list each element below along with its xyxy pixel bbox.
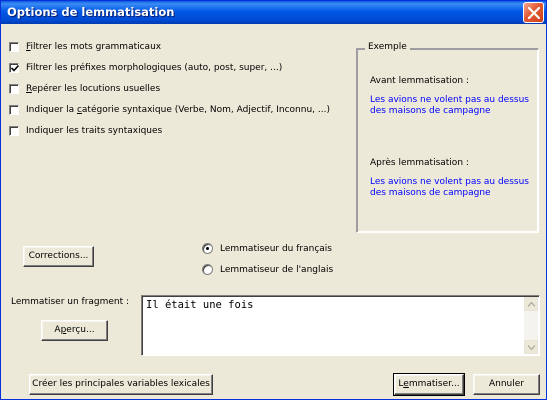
option-locutions[interactable]: Repérer les locutions usuelles bbox=[9, 84, 160, 98]
example-legend: Exemple bbox=[365, 42, 410, 52]
option-label: iltrer les mots grammaticaux bbox=[30, 42, 162, 52]
checkbox-syntactic-traits[interactable] bbox=[9, 126, 19, 136]
checkbox-filter-prefixes[interactable] bbox=[9, 63, 19, 73]
scroll-down-button[interactable] bbox=[524, 340, 538, 354]
fragment-text: Il était une fois bbox=[146, 299, 254, 311]
scroll-up-button[interactable] bbox=[524, 297, 538, 311]
fragment-textarea[interactable]: Il était une fois bbox=[141, 295, 540, 356]
option-label: atégorie syntaxique (Verbe, Nom, Adjecti… bbox=[81, 105, 330, 115]
dialog-content: Filtrer les mots grammaticaux Filtrer le… bbox=[1, 24, 546, 399]
before-text-line1: Les avions ne volent pas au dessus bbox=[370, 95, 529, 105]
arrow-up-icon bbox=[528, 302, 535, 307]
radio-english[interactable] bbox=[202, 264, 213, 275]
checkbox-filter-grammatical-words[interactable] bbox=[9, 42, 19, 52]
fragment-label: Lemmatiser un fragment : bbox=[11, 297, 130, 307]
radio-label: Lemmatiseur du français bbox=[220, 244, 332, 254]
button-label: mmatiser... bbox=[408, 379, 460, 389]
option-label: epérer les locutions usuelles bbox=[31, 84, 161, 94]
create-variables-button[interactable]: Créer les principales variables lexicale… bbox=[29, 374, 213, 395]
cancel-button[interactable]: Annuler bbox=[473, 374, 540, 395]
corrections-button[interactable]: Corrections... bbox=[23, 246, 94, 267]
option-label: Indiquer les traits syntaxiques bbox=[26, 126, 163, 136]
button-label: erçu... bbox=[66, 325, 95, 335]
checkbox-locutions[interactable] bbox=[9, 84, 19, 94]
option-filter-grammatical-words[interactable]: Filtrer les mots grammaticaux bbox=[9, 42, 161, 56]
close-button[interactable] bbox=[523, 2, 544, 23]
option-label: Filtrer les préfixes morphologiques (aut… bbox=[26, 63, 283, 73]
vertical-scrollbar[interactable] bbox=[524, 297, 538, 354]
checkmark-icon bbox=[11, 64, 19, 72]
lemmatize-button[interactable]: Lemmatiser... bbox=[393, 373, 465, 396]
after-label: Après lemmatisation : bbox=[370, 158, 469, 168]
radio-lemmatizer-english[interactable]: Lemmatiseur de l'anglais bbox=[202, 264, 333, 278]
title-bar[interactable]: Options de lemmatisation bbox=[1, 1, 546, 24]
radio-label: Lemmatiseur de l'anglais bbox=[220, 265, 334, 275]
arrow-down-icon bbox=[528, 345, 535, 350]
before-label: Avant lemmatisation : bbox=[370, 76, 470, 86]
example-groupbox: Exemple Avant lemmatisation : Les avions… bbox=[356, 42, 539, 233]
after-text-line1: Les avions ne volent pas au dessus bbox=[370, 177, 529, 187]
radio-french[interactable] bbox=[202, 243, 213, 254]
after-text-line2: des maisons de campagne bbox=[370, 188, 491, 198]
option-filter-prefixes[interactable]: Filtrer les préfixes morphologiques (aut… bbox=[9, 63, 282, 77]
radio-lemmatizer-french[interactable]: Lemmatiseur du français bbox=[202, 243, 332, 257]
options-dialog: Options de lemmatisation Filtrer les mot… bbox=[0, 0, 547, 400]
option-syntactic-traits[interactable]: Indiquer les traits syntaxiques bbox=[9, 126, 162, 140]
before-text-line2: des maisons de campagne bbox=[370, 106, 491, 116]
dialog-title: Options de lemmatisation bbox=[7, 5, 175, 19]
checkbox-syntactic-category[interactable] bbox=[9, 105, 19, 115]
close-icon bbox=[528, 7, 540, 19]
preview-button[interactable]: Aperçu... bbox=[41, 320, 108, 341]
option-syntactic-category[interactable]: Indiquer la catégorie syntaxique (Verbe,… bbox=[9, 105, 330, 119]
radio-selected-dot bbox=[206, 247, 209, 250]
option-label: Indiquer la bbox=[26, 105, 77, 115]
